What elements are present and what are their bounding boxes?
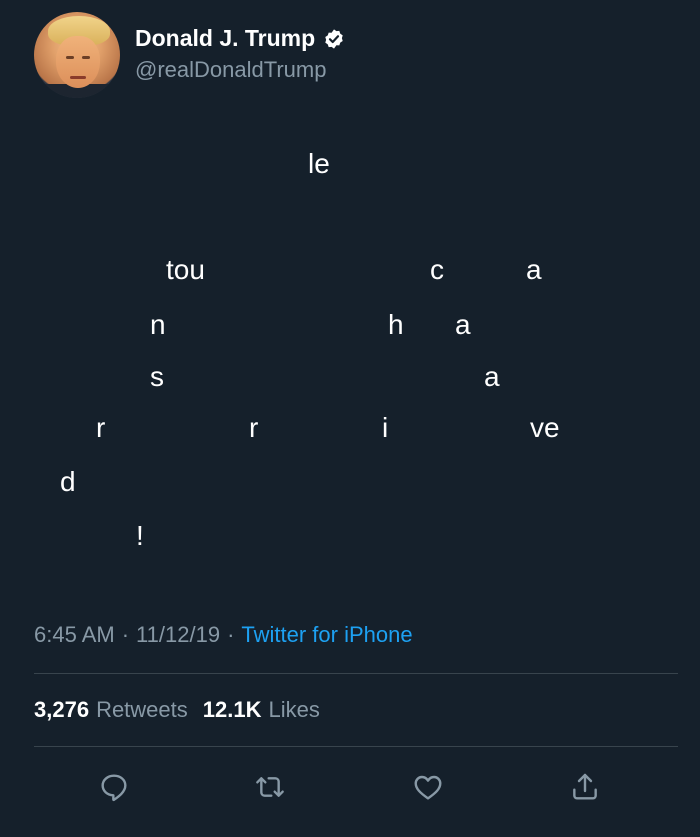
reply-button[interactable] [94,767,134,807]
divider [34,746,678,747]
tweet-stats: 3,276 Retweets 12.1K Likes [34,697,335,723]
heart-icon [414,775,442,800]
avatar-eye-left [66,56,74,59]
retweets-label[interactable]: Retweets [96,697,188,723]
tweet-fragment: c [430,254,444,285]
retweet-icon [256,777,284,797]
retweets-count[interactable]: 3,276 [34,697,89,723]
share-button[interactable] [565,767,605,807]
tweet-time[interactable]: 6:45 AM [34,622,115,648]
likes-label[interactable]: Likes [269,697,320,723]
likes-count[interactable]: 12.1K [203,697,262,723]
tweet-fragment: h [388,309,404,340]
reply-icon [101,774,127,802]
tweet-fragment: d [60,466,76,497]
tweet-fragment: a [526,254,542,285]
tweet-fragment: n [150,309,166,340]
tweet-fragment: le [308,148,330,179]
tweet-fragment: s [150,361,164,392]
avatar-eye-right [82,56,90,59]
author-name[interactable]: Donald J. Trump [135,25,315,52]
author-name-row[interactable]: Donald J. Trump [135,25,345,52]
author-handle[interactable]: @realDonaldTrump [135,57,326,83]
tweet-source-link[interactable]: Twitter for iPhone [241,622,412,648]
divider [34,673,678,674]
tweet-fragment: tou [166,254,205,285]
tweet-date[interactable]: 11/12/19 [136,622,220,648]
tweet-fragment: r [96,412,106,443]
avatar-face [56,36,100,88]
avatar[interactable] [34,12,120,98]
tweet-fragment: ve [530,412,560,443]
share-icon [573,773,597,800]
meta-separator: · [227,622,235,647]
tweet-meta: 6:45 AM · 11/12/19 · Twitter for iPhone [34,622,413,648]
tweet-fragment: a [455,309,471,340]
retweet-button[interactable] [250,767,290,807]
tweet-fragment: r [249,412,259,443]
tweet-fragment: i [382,412,389,443]
tweet-fragment: ! [136,520,144,551]
avatar-mouth [70,76,86,79]
tweet-fragment: a [484,361,500,392]
verified-badge-icon [323,28,345,50]
meta-separator: · [121,622,130,647]
like-button[interactable] [408,767,448,807]
